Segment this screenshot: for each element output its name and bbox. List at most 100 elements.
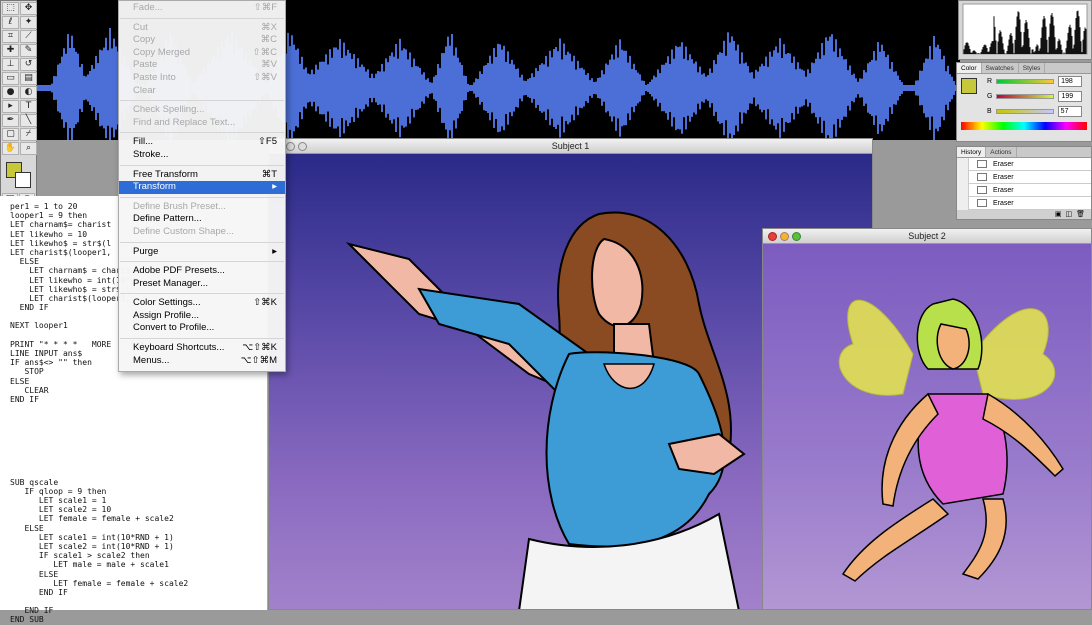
menu-item[interactable]: Stroke... (119, 149, 285, 162)
magic-wand-tool-icon[interactable]: ✦ (20, 16, 37, 29)
menu-item[interactable]: Keyboard Shortcuts... ⌥⇧⌘K (119, 342, 285, 355)
history-checkbox[interactable] (957, 183, 969, 197)
channel-g-value[interactable]: 199 (1058, 91, 1083, 102)
menu-item[interactable]: Preset Manager... (119, 278, 285, 291)
menu-item: Check Spelling... (119, 104, 285, 117)
tab-swatches[interactable]: Swatches (982, 63, 1019, 73)
lasso-tool-icon[interactable]: ℓ (2, 16, 19, 29)
background-color-swatch[interactable] (15, 172, 31, 188)
color-spectrum-ramp[interactable] (961, 122, 1087, 130)
menu-item-label: Fill... (133, 136, 154, 148)
notes-tool-icon[interactable]: ▢ (2, 128, 19, 141)
tab-styles[interactable]: Styles (1019, 63, 1046, 73)
menu-item[interactable]: Convert to Profile... (119, 322, 285, 335)
menu-item-shortcut: ⌘T (261, 168, 277, 180)
subject-2-titlebar[interactable]: Subject 2 (763, 229, 1091, 244)
tab-actions[interactable]: Actions (986, 147, 1017, 157)
menu-item[interactable]: Adobe PDF Presets... (119, 265, 285, 278)
code-line: LET female = female + scale2 (10, 514, 174, 524)
menu-item-label: Define Brush Preset... (133, 200, 226, 212)
menu-item-label: Fade... (133, 2, 163, 13)
blur-tool-icon[interactable]: ● (2, 86, 19, 99)
zoom-tool-icon[interactable]: ⌕ (20, 142, 37, 155)
code-line: CLEAR (10, 385, 49, 395)
menu-item-shortcut: ▸ (272, 245, 277, 257)
menu-item-label: Assign Profile... (133, 309, 199, 321)
eraser-tool-icon[interactable]: ▭ (2, 72, 19, 85)
code-line: SUB qscale (10, 477, 59, 487)
code-line: END IF (10, 606, 54, 616)
menu-item[interactable]: Menus... ⌥⇧⌘M (119, 355, 285, 368)
menu-separator (120, 132, 284, 134)
menu-separator (120, 338, 284, 340)
eraser-icon (977, 160, 987, 168)
channel-r-slider[interactable] (996, 79, 1055, 84)
menu-item: Paste Into ⇧⌘V (119, 72, 285, 85)
history-checkbox[interactable] (957, 157, 969, 171)
gradient-tool-icon[interactable]: ▤ (20, 72, 37, 85)
tab-history[interactable]: History (957, 147, 987, 157)
history-state[interactable]: Eraser (957, 157, 1091, 171)
history-state-label: Eraser (993, 199, 1014, 207)
code-line: ELSE (10, 569, 59, 579)
menu-separator (120, 293, 284, 295)
move-tool-icon[interactable]: ✥ (20, 2, 37, 15)
menu-item-label: Purge (133, 245, 159, 257)
channel-b-slider[interactable] (995, 109, 1054, 114)
menu-item[interactable]: Free Transform ⌘T (119, 169, 285, 182)
channel-b-value[interactable]: 57 (1057, 106, 1082, 117)
dodge-tool-icon[interactable]: ◐ (20, 86, 37, 99)
menu-item[interactable]: Fill... ⇧F5 (119, 136, 285, 149)
menu-item[interactable]: Transform ▸ (119, 181, 285, 194)
menu-item[interactable]: Define Pattern... (119, 213, 285, 226)
menu-item-label: Find and Replace Text... (133, 116, 236, 128)
trash-icon[interactable]: 🗑 (1076, 210, 1085, 219)
pen-tool-icon[interactable]: ✒ (2, 114, 19, 127)
color-foreground-swatch[interactable] (961, 78, 977, 94)
menu-item-label: Paste (133, 59, 158, 71)
code-line: LET scale2 = 10 (10, 505, 112, 515)
channel-r-value[interactable]: 198 (1058, 76, 1083, 87)
menu-item: Copy Merged ⇧⌘C (119, 47, 285, 60)
slice-tool-icon[interactable]: ⟋ (20, 30, 37, 43)
code-line: LET scale1 = int(10*RND + 1) (10, 532, 174, 542)
window-title: Subject 1 (551, 141, 590, 151)
menu-item[interactable]: Assign Profile... (119, 310, 285, 323)
stamp-tool-icon[interactable]: ⊥ (2, 58, 19, 71)
color-panel: Color Swatches Styles R 198 G 199 B 57 (956, 62, 1092, 142)
menu-item-label: Free Transform (133, 168, 198, 180)
history-checkbox[interactable] (957, 196, 969, 210)
history-checkbox[interactable] (957, 170, 969, 184)
menu-separator (120, 17, 284, 19)
menu-item-label: Paste Into (133, 71, 176, 83)
hand-tool-icon[interactable]: ✋ (2, 142, 19, 155)
history-state[interactable]: Eraser (957, 196, 1091, 210)
subject-1-titlebar[interactable]: Subject 1 (269, 139, 872, 154)
history-state[interactable]: Eraser (957, 183, 1091, 197)
history-state-label: Eraser (993, 173, 1014, 181)
path-select-tool-icon[interactable]: ▸ (2, 100, 19, 113)
menu-item: Find and Replace Text... (119, 117, 285, 130)
history-state[interactable]: Eraser (957, 170, 1091, 184)
healing-brush-icon[interactable]: ✚ (2, 44, 19, 57)
type-tool-icon[interactable]: T (20, 100, 37, 113)
menu-separator (120, 196, 284, 198)
code-line: END SUB (10, 615, 44, 625)
eyedropper-tool-icon[interactable]: ⌿ (20, 128, 37, 141)
image-canvas[interactable] (763, 244, 1091, 609)
channel-g-slider[interactable] (996, 94, 1055, 99)
crop-tool-icon[interactable]: ⌗ (2, 30, 19, 43)
subject-2-window[interactable]: Subject 2 (762, 228, 1092, 610)
brush-tool-icon[interactable]: ✎ (20, 44, 37, 57)
history-brush-icon[interactable]: ↺ (20, 58, 37, 71)
menu-item[interactable]: Purge ▸ (119, 246, 285, 259)
menu-item: Define Brush Preset... (119, 201, 285, 214)
menu-item[interactable]: Color Settings... ⇧⌘K (119, 297, 285, 310)
code-line: IF qloop = 9 then (10, 486, 107, 496)
new-snapshot-icon[interactable]: ◫ (1065, 210, 1072, 219)
line-tool-icon[interactable]: ╲ (20, 114, 37, 127)
marquee-tool-icon[interactable]: ⬚ (2, 2, 19, 15)
tab-color[interactable]: Color (957, 63, 982, 73)
new-document-icon[interactable]: ▣ (1055, 210, 1062, 219)
